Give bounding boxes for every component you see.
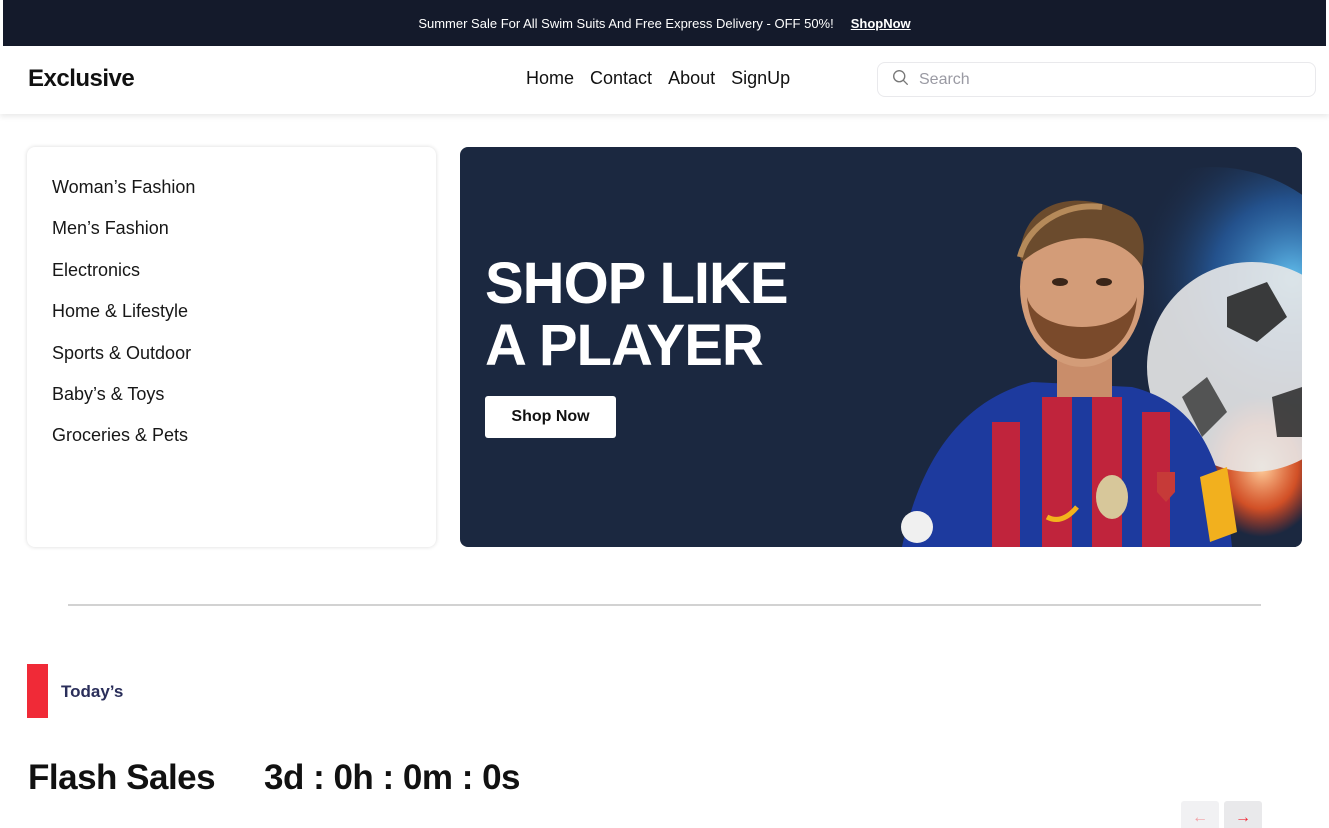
category-electronics[interactable]: Electronics [52, 259, 436, 300]
nav-home[interactable]: Home [526, 68, 574, 89]
hero-title-line2: A PLAYER [485, 313, 764, 378]
section-tag: Today’s [61, 682, 124, 701]
countdown-timer: 3d : 0h : 0m : 0s [264, 758, 521, 797]
section-accent-bar [27, 664, 48, 718]
section-divider [68, 604, 1261, 606]
category-womans-fashion[interactable]: Woman’s Fashion [52, 176, 436, 217]
site-header: Exclusive Home Contact About SignUp [0, 46, 1329, 114]
nav-about[interactable]: About [668, 68, 715, 89]
arrow-right-icon: → [1235, 809, 1251, 826]
search-box[interactable] [877, 62, 1316, 97]
category-mens-fashion[interactable]: Men’s Fashion [52, 217, 436, 258]
category-babys-toys[interactable]: Baby’s & Toys [52, 383, 436, 424]
search-input[interactable] [919, 70, 1299, 89]
main-nav: Home Contact About SignUp [526, 68, 790, 89]
category-sidebar: Woman’s Fashion Men’s Fashion Electronic… [27, 147, 436, 547]
hero-title: SHOP LIKE A PLAYER [485, 251, 789, 378]
hero-title-line1: SHOP LIKE [485, 251, 789, 316]
announcement-shop-link[interactable]: ShopNow [851, 16, 911, 31]
flash-sales-title: Flash Sales [28, 758, 216, 797]
category-home-lifestyle[interactable]: Home & Lifestyle [52, 300, 436, 341]
site-logo[interactable]: Exclusive [28, 65, 135, 93]
shop-now-button[interactable]: Shop Now [485, 396, 616, 438]
hero-player-image [832, 147, 1302, 547]
category-groceries-pets[interactable]: Groceries & Pets [52, 424, 436, 465]
announcement-bar: Summer Sale For All Swim Suits And Free … [3, 0, 1326, 46]
arrow-left-icon: ← [1192, 809, 1208, 826]
prev-button[interactable]: ← [1181, 801, 1219, 828]
announcement-text: Summer Sale For All Swim Suits And Free … [418, 15, 834, 31]
search-icon[interactable] [892, 69, 909, 91]
category-sports-outdoor[interactable]: Sports & Outdoor [52, 342, 436, 383]
nav-contact[interactable]: Contact [590, 68, 652, 89]
hero-banner: SHOP LIKE A PLAYER Shop Now [460, 147, 1302, 547]
category-list: Woman’s Fashion Men’s Fashion Electronic… [27, 147, 436, 466]
nav-signup[interactable]: SignUp [731, 68, 790, 89]
next-button[interactable]: → [1224, 801, 1262, 828]
